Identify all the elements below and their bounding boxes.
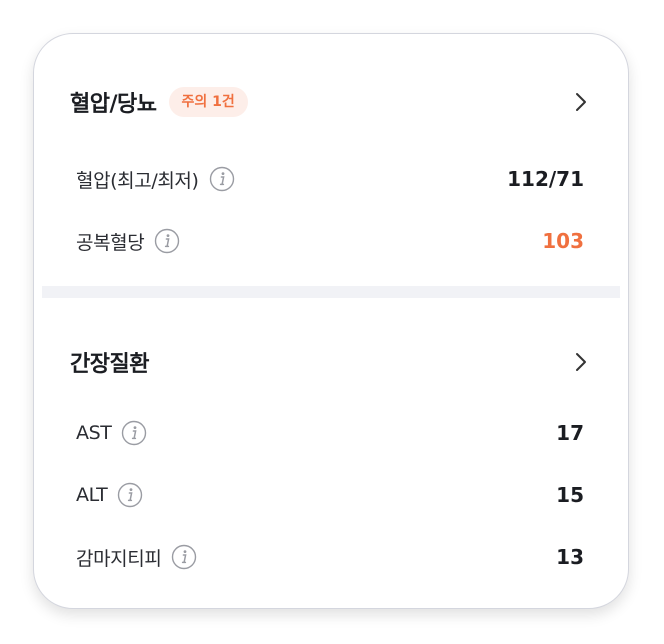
- chevron-right-icon[interactable]: [570, 351, 592, 373]
- metric-value-warning: 103: [542, 229, 584, 253]
- metric-value: 17: [556, 421, 584, 445]
- info-icon[interactable]: [117, 482, 143, 508]
- warning-badge: 주의 1건: [168, 87, 248, 117]
- section-title: 혈압/당뇨: [70, 92, 157, 117]
- metric-label: 혈압(최고/최저): [76, 169, 199, 192]
- metric-value: 15: [556, 483, 584, 507]
- metric-value: 112/71: [507, 167, 584, 191]
- metric-value: 13: [556, 545, 584, 569]
- metric-label: 감마지티피: [76, 547, 162, 570]
- bp-diabetes-header[interactable]: 혈압/당뇨 주의 1건: [70, 82, 592, 122]
- bp-diabetes-section: 혈압/당뇨 주의 1건 혈압(최고/최저) 112/71 공복혈당 103: [34, 34, 628, 286]
- chevron-right-icon[interactable]: [570, 91, 592, 113]
- metric-row-alt: ALT 15: [76, 478, 584, 512]
- health-summary-card: 혈압/당뇨 주의 1건 혈압(최고/최저) 112/71 공복혈당 103 간장…: [33, 33, 629, 609]
- liver-section: 간장질환 AST 17 ALT 15 감마지티피 13: [34, 298, 628, 608]
- metric-label: AST: [76, 422, 112, 444]
- section-divider: [42, 286, 620, 298]
- metric-label: ALT: [76, 484, 108, 506]
- info-icon[interactable]: [171, 544, 197, 570]
- metric-row-ast: AST 17: [76, 416, 584, 450]
- metric-row-blood-pressure: 혈압(최고/최저) 112/71: [76, 162, 584, 196]
- metric-label: 공복혈당: [76, 231, 145, 254]
- info-icon[interactable]: [121, 420, 147, 446]
- liver-header[interactable]: 간장질환: [70, 342, 592, 382]
- info-icon[interactable]: [154, 228, 180, 254]
- metric-row-fasting-glucose: 공복혈당 103: [76, 224, 584, 258]
- section-title: 간장질환: [70, 352, 149, 377]
- metric-row-ggt: 감마지티피 13: [76, 540, 584, 574]
- info-icon[interactable]: [209, 166, 235, 192]
